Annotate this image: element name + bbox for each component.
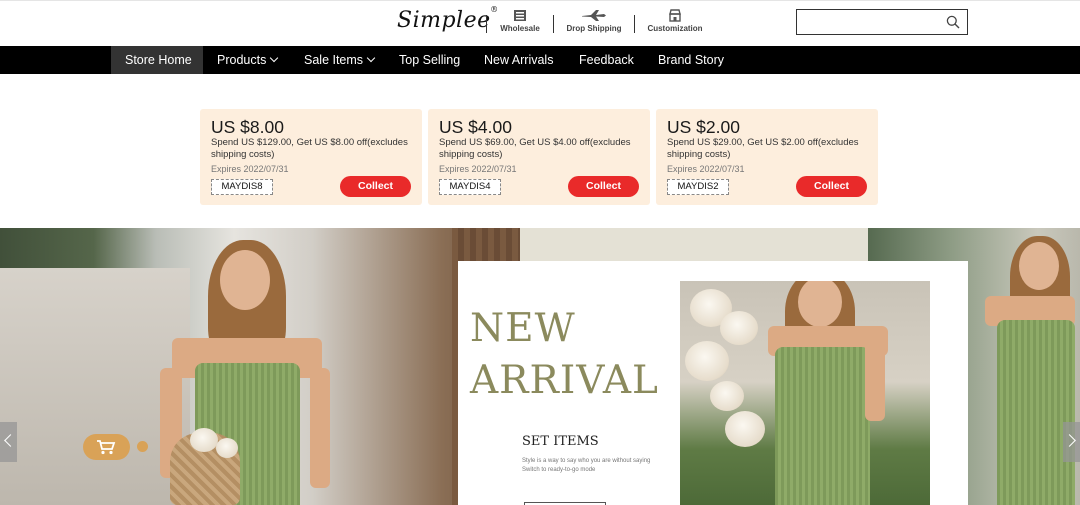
drop-shipping-label: Drop Shipping: [566, 24, 622, 33]
wholesale-link[interactable]: Wholesale: [498, 9, 542, 33]
nav-item-products[interactable]: Products: [203, 46, 291, 74]
subtext: Style is a way to say who you are withou…: [522, 457, 682, 475]
nav-item-new-arrivals[interactable]: New Arrivals: [470, 46, 567, 74]
coupon-code: MAYDIS2: [667, 179, 729, 195]
new-arrival-card[interactable]: NEW ARRIVAL SET ITEMS Style is a way to …: [458, 261, 968, 505]
coupon-description: Spend US $29.00, Get US $2.00 off(exclud…: [667, 137, 859, 160]
search-box: [796, 9, 968, 35]
wholesale-label: Wholesale: [500, 24, 540, 33]
coupon-expiry: Expires 2022/07/31: [667, 164, 745, 174]
nav-item-store-home[interactable]: Store Home: [111, 46, 203, 74]
model-figure-left: [150, 228, 350, 505]
collect-button[interactable]: Collect: [796, 176, 867, 197]
coupon-code: MAYDIS4: [439, 179, 501, 195]
brand-logo[interactable]: Simplee ®: [397, 5, 498, 33]
cart-button[interactable]: [83, 434, 130, 460]
header-divider: [553, 15, 554, 33]
chevron-left-icon: [4, 434, 17, 447]
coupon-card: US $2.00 Spend US $29.00, Get US $2.00 o…: [656, 109, 878, 205]
collect-button[interactable]: Collect: [568, 176, 639, 197]
coupon-amount: US $8.00: [211, 117, 284, 137]
header-divider: [634, 15, 635, 33]
nav-item-top-selling[interactable]: Top Selling: [385, 46, 474, 74]
model-photo-center: [680, 281, 930, 505]
nav-item-sale-items[interactable]: Sale Items: [290, 46, 388, 74]
subtext-line-1: Style is a way to say who you are withou…: [522, 458, 651, 464]
headline: NEW ARRIVAL: [470, 303, 659, 407]
nav-item-brand-story[interactable]: Brand Story: [644, 46, 738, 74]
cart-icon: [97, 440, 116, 455]
coupon-amount: US $4.00: [439, 117, 512, 137]
nav-label: Store Home: [125, 53, 192, 67]
headline-line-2: ARRIVAL: [470, 358, 659, 403]
customization-link[interactable]: Customization: [644, 9, 706, 33]
chevron-right-icon: [1063, 434, 1076, 447]
nav-label: Top Selling: [399, 53, 461, 67]
site-header: Simplee ® Wholesale Drop Shipping Custom…: [0, 0, 1080, 46]
search-input[interactable]: [801, 11, 941, 33]
subtext-line-2: Switch to ready-to-go mode: [522, 467, 596, 473]
model-figure-right: [975, 228, 1080, 505]
nav-label: Products: [217, 53, 267, 67]
airplane-icon: [582, 10, 606, 21]
search-icon[interactable]: [946, 15, 960, 29]
collect-button[interactable]: Collect: [340, 176, 411, 197]
nav-item-feedback[interactable]: Feedback: [565, 46, 648, 74]
wholesale-icon: [514, 10, 526, 21]
coupon-card: US $8.00 Spend US $129.00, Get US $8.00 …: [200, 109, 422, 205]
carousel-next-button[interactable]: [1063, 422, 1080, 462]
coupon-expiry: Expires 2022/07/31: [211, 164, 289, 174]
coupon-code: MAYDIS8: [211, 179, 273, 195]
coupon-expiry: Expires 2022/07/31: [439, 164, 517, 174]
drop-shipping-link[interactable]: Drop Shipping: [563, 9, 625, 33]
hero-banner[interactable]: NEW ARRIVAL SET ITEMS Style is a way to …: [0, 228, 1080, 505]
nav-label: Sale Items: [304, 53, 364, 67]
customization-label: Customization: [647, 24, 703, 33]
nav-label: Feedback: [579, 53, 634, 67]
headline-line-1: NEW: [470, 306, 576, 351]
chevron-down-icon: [270, 53, 279, 63]
chevron-down-icon: [366, 53, 376, 63]
shop-icon: [669, 9, 681, 22]
main-nav: Store Home Products Sale Items Top Selli…: [0, 46, 1080, 74]
nav-label: Brand Story: [658, 53, 725, 67]
coupon-amount: US $2.00: [667, 117, 740, 137]
nav-label: New Arrivals: [484, 53, 554, 67]
carousel-indicator-dot[interactable]: [137, 441, 148, 452]
header-divider: [486, 15, 487, 33]
coupon-card: US $4.00 Spend US $69.00, Get US $4.00 o…: [428, 109, 650, 205]
subhead: SET ITEMS: [522, 434, 599, 449]
coupon-description: Spend US $129.00, Get US $8.00 off(exclu…: [211, 137, 408, 160]
carousel-prev-button[interactable]: [0, 422, 17, 462]
coupon-description: Spend US $69.00, Get US $4.00 off(exclud…: [439, 137, 631, 160]
brand-name: Simplee: [397, 8, 491, 33]
